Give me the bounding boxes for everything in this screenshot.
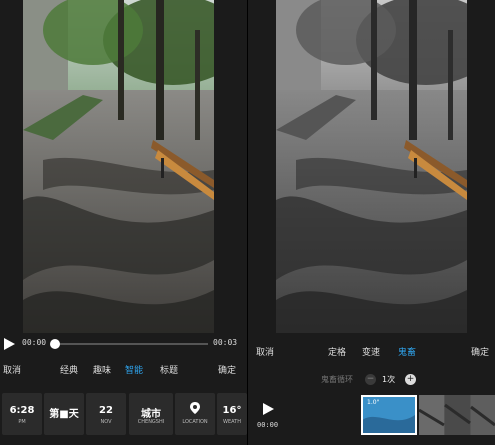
video-preview[interactable] xyxy=(23,0,214,333)
left-editor-panel: 00:00 00:03 取消 经典 趣味 智能 标题 确定 6:28 PM 第■… xyxy=(0,0,247,445)
sticker-list: 6:28 PM 第■天 22 NOV 城市 CHENGSHI LOCATION … xyxy=(0,393,247,437)
tab-ghost[interactable]: 鬼畜 xyxy=(398,345,416,358)
tab-classic[interactable]: 经典 xyxy=(60,363,78,376)
loop-label: 鬼畜循环 xyxy=(321,375,353,384)
tab-freeze[interactable]: 定格 xyxy=(328,345,346,358)
frame-thumbnails xyxy=(419,395,495,435)
right-editor-panel: 取消 定格 变速 鬼畜 确定 鬼畜循环 − 1次 + 00:00 1.0" xyxy=(248,0,495,445)
park-path-photo xyxy=(23,0,214,333)
increase-button[interactable]: + xyxy=(405,374,416,385)
location-pin-icon xyxy=(190,402,200,414)
tab-smart[interactable]: 智能 xyxy=(125,363,143,376)
current-time: 00:00 xyxy=(257,421,279,429)
sticker-day-count[interactable]: 第■天 xyxy=(44,393,84,435)
park-path-photo xyxy=(276,0,467,333)
loop-count: 1次 xyxy=(382,375,396,384)
cancel-button[interactable]: 取消 xyxy=(256,345,274,358)
timeline-filmstrip[interactable]: 1.0" xyxy=(361,395,495,435)
sticker-weather[interactable]: 16° WEATH xyxy=(217,393,247,435)
confirm-button[interactable]: 确定 xyxy=(471,345,489,358)
frame-duration: 1.0" xyxy=(367,399,380,406)
total-time: 00:03 xyxy=(213,338,238,347)
progress-track[interactable] xyxy=(53,343,208,345)
effect-tabs: 取消 定格 变速 鬼畜 确定 xyxy=(248,343,495,359)
play-icon[interactable] xyxy=(3,338,15,350)
tab-fun[interactable]: 趣味 xyxy=(93,363,111,376)
sticker-date[interactable]: 22 NOV xyxy=(86,393,126,435)
progress-knob[interactable] xyxy=(50,339,60,349)
video-preview[interactable] xyxy=(276,0,467,333)
playback-bar: 00:00 00:03 xyxy=(0,333,247,355)
current-time: 00:00 xyxy=(22,338,47,347)
tab-speed[interactable]: 变速 xyxy=(362,345,380,358)
sticker-time[interactable]: 6:28 PM xyxy=(2,393,42,435)
sticker-city[interactable]: 城市 CHENGSHI xyxy=(129,393,173,435)
cancel-button[interactable]: 取消 xyxy=(3,363,21,376)
play-icon[interactable] xyxy=(262,403,274,415)
sticker-location[interactable]: LOCATION xyxy=(175,393,215,435)
tab-title[interactable]: 标题 xyxy=(160,363,178,376)
confirm-button[interactable]: 确定 xyxy=(218,363,236,376)
loop-control: 鬼畜循环 − 1次 + xyxy=(248,370,495,388)
decrease-button[interactable]: − xyxy=(365,374,376,385)
sticker-tabs: 取消 经典 趣味 智能 标题 确定 xyxy=(0,358,247,380)
selected-frame[interactable]: 1.0" xyxy=(361,395,417,435)
